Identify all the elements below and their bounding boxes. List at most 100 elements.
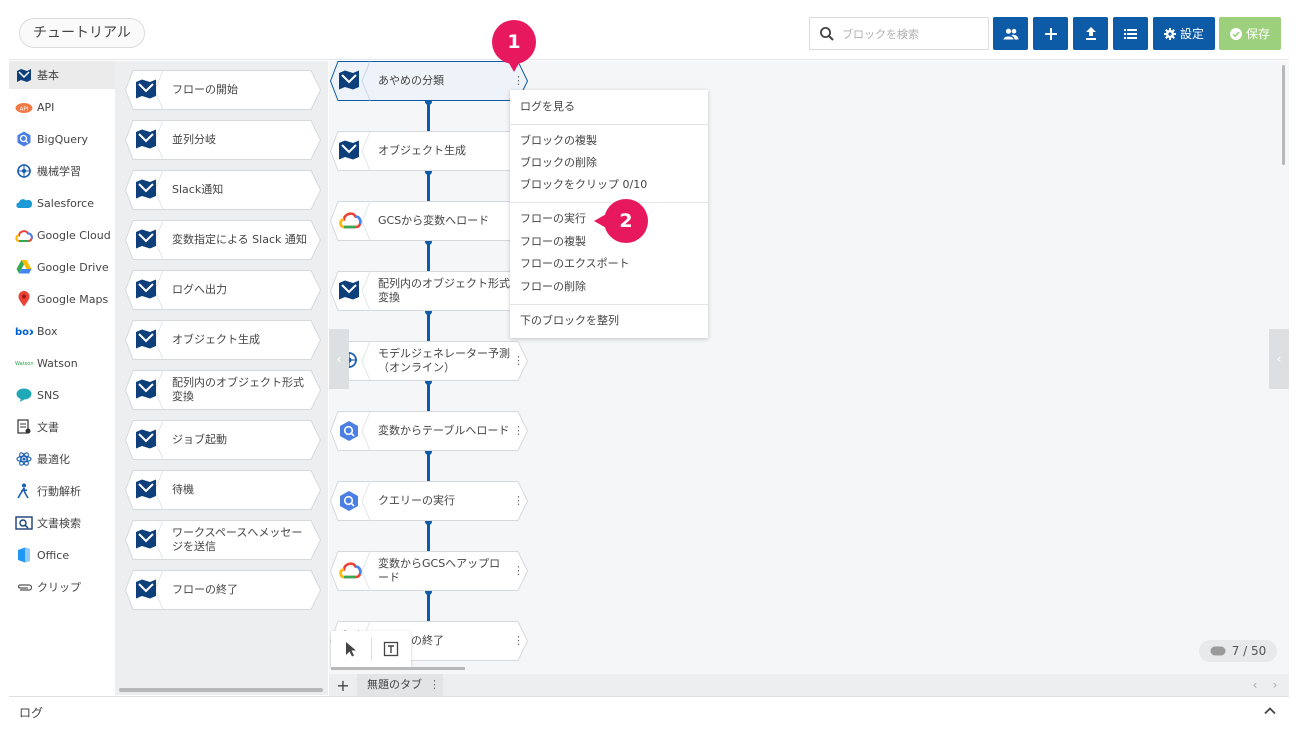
category-item-google-drive[interactable]: Google Drive bbox=[9, 253, 115, 281]
collapse-palette-button[interactable]: ‹ bbox=[329, 329, 349, 389]
palette-block[interactable]: フローの開始 bbox=[125, 70, 321, 110]
flow-block[interactable]: 変数からテーブルへロード ⋮ bbox=[330, 411, 528, 451]
flow-block[interactable]: モデルジェネレーター予測（オンライン） ⋮ bbox=[330, 341, 528, 381]
palette-block[interactable]: ワークスペースへメッセージを送信 bbox=[125, 520, 321, 560]
add-tab-button[interactable]: + bbox=[329, 674, 357, 696]
palette-block[interactable]: ジョブ起動 bbox=[125, 420, 321, 460]
menu-item-view-log[interactable]: ログを見る bbox=[510, 96, 708, 118]
category-item-google-maps[interactable]: Google Maps bbox=[9, 285, 115, 313]
upload-button[interactable] bbox=[1073, 17, 1108, 50]
flow-block[interactable]: GCSから変数へロード bbox=[330, 201, 528, 241]
flow-canvas[interactable]: あやめの分類 ⋮ オブジェクト生成 GCSから変数へロード 配列内のオブジェクト… bbox=[329, 61, 1289, 674]
menu-item-delete-block[interactable]: ブロックの削除 bbox=[510, 152, 708, 174]
palette-block[interactable]: 並列分岐 bbox=[125, 120, 321, 160]
office-icon bbox=[15, 547, 33, 563]
palette-block[interactable]: 配列内のオブジェクト形式変換 bbox=[125, 370, 321, 410]
google-cloud-icon bbox=[338, 210, 362, 233]
category-item-document[interactable]: 文書 bbox=[9, 413, 115, 441]
block-menu-icon[interactable]: ⋮ bbox=[513, 634, 524, 648]
menu-item-clip-block[interactable]: ブロックをクリップ 0/10 bbox=[510, 174, 708, 196]
category-sidebar: 基本 API API BigQuery 機械学習 Salesforce Goog… bbox=[9, 61, 115, 695]
palette-scrollbar[interactable] bbox=[119, 688, 323, 692]
add-button[interactable] bbox=[1033, 17, 1068, 50]
chevron-left-icon[interactable]: ‹ bbox=[1253, 678, 1258, 692]
tool-palette bbox=[331, 631, 411, 667]
chevron-right-icon[interactable]: › bbox=[1273, 678, 1278, 692]
palette-block-label: ワークスペースへメッセージを送信 bbox=[172, 526, 303, 553]
log-panel[interactable]: ログ bbox=[9, 696, 1289, 726]
block-search[interactable] bbox=[809, 17, 989, 50]
block-menu-icon[interactable]: ⋮ bbox=[513, 354, 524, 368]
menu-divider bbox=[510, 304, 708, 305]
svg-text:API: API bbox=[20, 107, 29, 113]
block-menu-icon[interactable]: ⋮ bbox=[513, 74, 524, 88]
category-label: 文書検索 bbox=[37, 517, 81, 530]
category-item-behavior-analysis[interactable]: 行動解析 bbox=[9, 477, 115, 505]
palette-block[interactable]: Slack通知 bbox=[125, 170, 321, 210]
settings-button[interactable]: 設定 bbox=[1153, 17, 1215, 50]
tab-menu-icon[interactable]: ⋮ bbox=[429, 674, 440, 696]
magellan-icon bbox=[135, 129, 157, 152]
block-menu-icon[interactable]: ⋮ bbox=[513, 494, 524, 508]
category-label: 最適化 bbox=[37, 453, 70, 466]
save-button[interactable]: 保存 bbox=[1219, 17, 1281, 50]
category-item-clip[interactable]: クリップ bbox=[9, 573, 115, 601]
menu-item-duplicate-block[interactable]: ブロックの複製 bbox=[510, 130, 708, 152]
category-label: BigQuery bbox=[37, 132, 89, 146]
flow-block-selected[interactable]: あやめの分類 ⋮ bbox=[330, 61, 528, 101]
palette-block-label: フローの開始 bbox=[172, 83, 238, 96]
expand-right-panel-button[interactable]: ‹ bbox=[1269, 329, 1289, 389]
category-item-box[interactable]: box Box bbox=[9, 317, 115, 345]
canvas-scrollbar[interactable] bbox=[1282, 65, 1285, 165]
flow-block[interactable]: 配列内のオブジェクト形式変換 bbox=[330, 271, 528, 311]
palette-block[interactable]: ログへ出力 bbox=[125, 270, 321, 310]
search-input[interactable] bbox=[842, 24, 982, 44]
list-button[interactable] bbox=[1113, 17, 1148, 50]
palette-block[interactable]: フローの終了 bbox=[125, 570, 321, 610]
block-menu-icon[interactable]: ⋮ bbox=[513, 564, 524, 578]
google-cloud-icon bbox=[338, 560, 362, 583]
flow-title[interactable]: チュートリアル bbox=[19, 18, 145, 48]
palette-block[interactable]: オブジェクト生成 bbox=[125, 320, 321, 360]
flow-connector bbox=[427, 311, 430, 341]
select-tool[interactable] bbox=[331, 631, 371, 667]
text-box-icon bbox=[384, 641, 399, 657]
flow-connector bbox=[427, 591, 430, 621]
google-cloud-icon bbox=[15, 227, 33, 243]
flow-block[interactable]: クエリーの実行 ⋮ bbox=[330, 481, 528, 521]
palette-block[interactable]: 待機 bbox=[125, 470, 321, 510]
watson-icon: Watson bbox=[15, 355, 33, 371]
category-item-document-search[interactable]: 文書検索 bbox=[9, 509, 115, 537]
text-tool[interactable] bbox=[371, 631, 411, 667]
menu-item-delete-flow[interactable]: フローの削除 bbox=[510, 276, 708, 298]
category-item-google-cloud[interactable]: Google Cloud bbox=[9, 221, 115, 249]
category-item-optimization[interactable]: 最適化 bbox=[9, 445, 115, 473]
category-item-office[interactable]: Office bbox=[9, 541, 115, 569]
log-label: ログ bbox=[19, 706, 44, 720]
basic-icon bbox=[15, 67, 33, 83]
menu-item-export-flow[interactable]: フローのエクスポート bbox=[510, 253, 708, 275]
chevron-left-icon: ‹ bbox=[336, 352, 342, 366]
magellan-icon bbox=[135, 329, 157, 352]
palette-block[interactable]: 変数指定による Slack 通知 bbox=[125, 220, 321, 260]
category-item-api[interactable]: API API bbox=[9, 93, 115, 121]
category-item-sns[interactable]: SNS bbox=[9, 381, 115, 409]
flow-block[interactable]: オブジェクト生成 bbox=[330, 131, 528, 171]
category-item-watson[interactable]: Watson Watson bbox=[9, 349, 115, 377]
category-item-salesforce[interactable]: Salesforce bbox=[9, 189, 115, 217]
palette-block-label: 待機 bbox=[172, 483, 194, 496]
category-item-machine-learning[interactable]: 機械学習 bbox=[9, 157, 115, 185]
members-button[interactable] bbox=[993, 17, 1028, 50]
tab-untitled[interactable]: 無題のタブ ⋮ bbox=[357, 674, 443, 696]
magellan-icon bbox=[135, 529, 157, 552]
category-label: API bbox=[37, 100, 55, 114]
category-item-bigquery[interactable]: BigQuery bbox=[9, 125, 115, 153]
magellan-icon bbox=[338, 280, 360, 303]
flow-block[interactable]: 変数からGCSへアップロード ⋮ bbox=[330, 551, 528, 591]
category-item-basic[interactable]: 基本 bbox=[9, 61, 115, 89]
tag-icon bbox=[1210, 646, 1226, 656]
menu-item-align-below[interactable]: 下のブロックを整列 bbox=[510, 310, 708, 332]
chevron-up-icon[interactable] bbox=[1263, 704, 1277, 718]
block-menu-icon[interactable]: ⋮ bbox=[513, 424, 524, 438]
palette-block-label: ジョブ起動 bbox=[172, 433, 227, 446]
